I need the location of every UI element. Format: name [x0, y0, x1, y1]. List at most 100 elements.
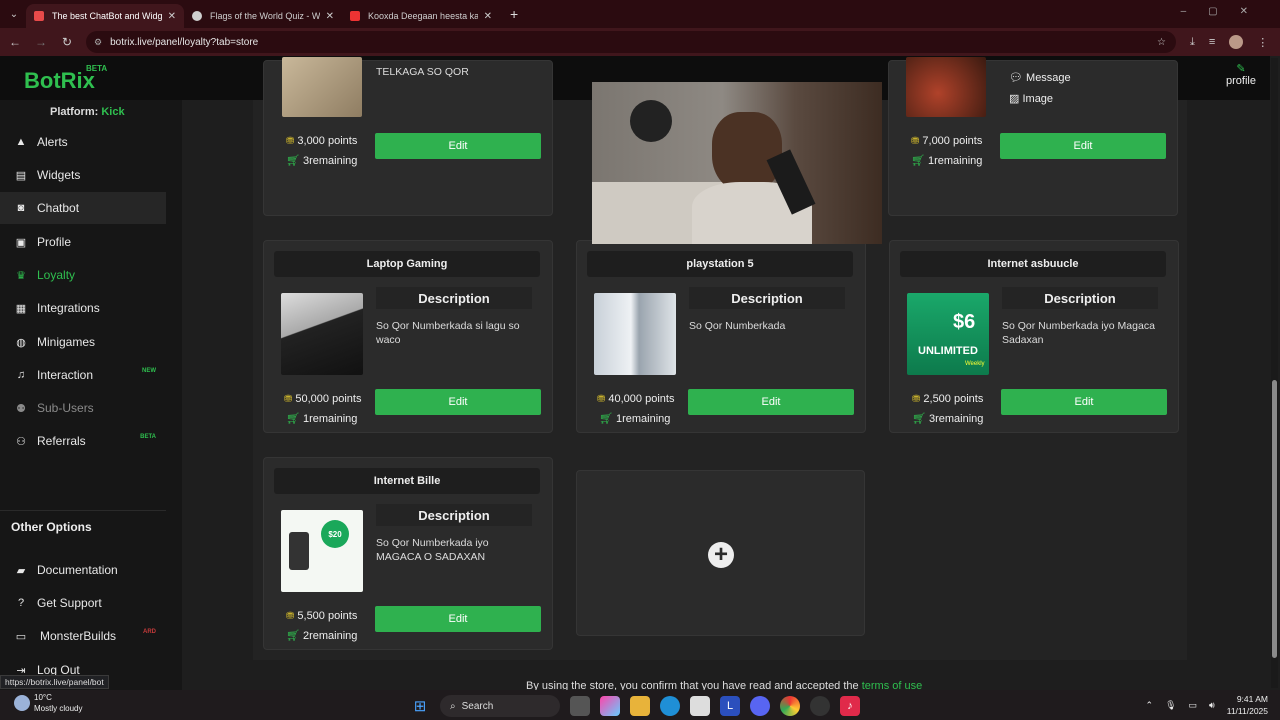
- store-icon[interactable]: [690, 696, 710, 716]
- system-tray: ⌃ 🎙︎ ▭ 🔊︎ 9:41 AM 11/11/2025: [1146, 693, 1268, 717]
- chevron-up-icon[interactable]: ⌃: [1146, 700, 1154, 711]
- windows-start-icon[interactable]: ⊞: [410, 696, 430, 716]
- coins-icon: ⛃: [911, 136, 920, 147]
- close-tab-icon[interactable]: ✕: [484, 11, 492, 22]
- clock[interactable]: 9:41 AM 11/11/2025: [1227, 693, 1268, 717]
- sidebar-item-get-support[interactable]: ? Get Support: [0, 587, 166, 619]
- sidebar-item-label: Loyalty: [37, 268, 76, 282]
- task-view-icon[interactable]: [570, 696, 590, 716]
- reload-icon[interactable]: ↻: [56, 35, 78, 49]
- weekly-text: Weekly: [965, 361, 985, 367]
- sidebar-item-label: MonsterBuilds: [40, 629, 117, 643]
- reward-title: Laptop Gaming: [274, 251, 540, 277]
- sidebar-item-documentation[interactable]: ▰ Documentation: [0, 554, 166, 586]
- add-reward-card[interactable]: +: [576, 470, 865, 636]
- coins-icon: ⛃: [286, 611, 295, 622]
- message-icon: 💬︎: [1009, 72, 1023, 84]
- new-tab-button[interactable]: +: [510, 6, 518, 22]
- scrollbar-thumb[interactable]: [1272, 380, 1277, 658]
- tab-youtube[interactable]: Kooxda Deegaan heesta kacda ✕: [342, 4, 500, 28]
- sidebar-item-alerts[interactable]: ▲ Alerts: [0, 126, 166, 158]
- discord-icon[interactable]: [750, 696, 770, 716]
- cart-icon: 🛒︎: [286, 155, 300, 167]
- sidebar-item-sub-users[interactable]: ⚉ Sub-Users: [0, 392, 166, 424]
- plus-circle-icon[interactable]: +: [708, 542, 734, 568]
- chrome-icon[interactable]: [780, 696, 800, 716]
- reward-description: So Qor Numberkada: [689, 320, 786, 332]
- browser-menu-icon[interactable]: ⋮: [1257, 36, 1268, 49]
- volume-icon[interactable]: 🔊︎: [1209, 700, 1215, 711]
- url-bar[interactable]: ⚙ botrix.live/panel/loyalty?tab=store ☆: [86, 31, 1176, 53]
- platform-value: Kick: [101, 106, 125, 118]
- bookmark-star-icon[interactable]: ☆: [1157, 37, 1166, 48]
- app-l-icon[interactable]: L: [720, 696, 740, 716]
- tab-list-chevron-icon[interactable]: ⌄: [2, 2, 26, 26]
- banknote-image: [282, 57, 362, 117]
- sidebar-item-loyalty[interactable]: ♛ Loyalty: [0, 259, 166, 291]
- botrix-logo[interactable]: BotRix BETA: [24, 64, 107, 94]
- edit-button[interactable]: Edit: [1000, 133, 1166, 159]
- edit-button[interactable]: Edit: [375, 389, 541, 415]
- taskbar-search[interactable]: ⌕ Search: [440, 695, 560, 717]
- music-icon: ♫: [16, 369, 26, 381]
- browser-profile-avatar[interactable]: [1229, 35, 1244, 49]
- cloud-weather-icon: [14, 695, 30, 711]
- reward-remaining: 3remaining: [928, 413, 984, 425]
- reward-remaining: 3remaining: [302, 155, 358, 167]
- window-controls[interactable]: –▢✕: [1181, 6, 1270, 17]
- profile-label: profile: [1226, 75, 1256, 87]
- back-arrow-icon[interactable]: ←: [4, 35, 26, 49]
- price-text: $6: [953, 311, 976, 333]
- tab-botrix[interactable]: The best ChatBot and Widgets ✕: [26, 4, 184, 28]
- site-info-icon[interactable]: ⚙: [94, 37, 102, 48]
- media-icon[interactable]: ≡: [1209, 36, 1215, 48]
- sidebar-item-label: Chatbot: [37, 201, 80, 215]
- edit-button[interactable]: Edit: [375, 606, 541, 632]
- platform-indicator: Platform: Kick: [50, 106, 125, 118]
- forward-arrow-icon[interactable]: →: [30, 35, 52, 49]
- tab-flags-quiz[interactable]: Flags of the World Quiz - World ✕: [184, 4, 342, 28]
- edit-button[interactable]: Edit: [375, 133, 541, 159]
- file-explorer-icon[interactable]: [630, 696, 650, 716]
- reward-title: Internet Bille: [274, 468, 540, 494]
- microphone-icon[interactable]: 🎙︎: [1165, 700, 1176, 711]
- sidebar-item-label: Profile: [37, 235, 72, 249]
- tiktok-icon[interactable]: ♪: [840, 696, 860, 716]
- edit-button[interactable]: Edit: [1001, 389, 1167, 415]
- price-badge: $20: [321, 520, 349, 548]
- trophy-icon: ♛: [16, 269, 26, 282]
- sidebar-item-widgets[interactable]: ▤ Widgets: [0, 159, 166, 191]
- ad-badge: ARD: [143, 629, 156, 635]
- app-icon[interactable]: [810, 696, 830, 716]
- download-icon[interactable]: ⤓: [1190, 36, 1195, 49]
- close-tab-icon[interactable]: ✕: [326, 11, 334, 22]
- sidebar-item-monsterbuilds[interactable]: ▭ MonsterBuilds ARD: [0, 620, 166, 652]
- unlimited-text: UNLIMITED: [918, 345, 978, 357]
- coins-icon: ⛃: [284, 394, 293, 405]
- tab-title: Flags of the World Quiz - World: [210, 11, 320, 21]
- sidebar-item-chatbot[interactable]: ◙ Chatbot: [0, 192, 166, 224]
- internet-monthly-image: $20: [281, 510, 363, 592]
- copilot-icon[interactable]: [600, 696, 620, 716]
- sidebar-item-interaction[interactable]: ♫ Interaction NEW: [0, 359, 166, 391]
- sidebar-item-referrals[interactable]: ⚇ Referrals BETA: [0, 425, 166, 457]
- edit-button[interactable]: Edit: [688, 389, 854, 415]
- description-heading: Description: [689, 287, 845, 309]
- reward-description: So Qor Numberkada si lagu so waco: [376, 320, 520, 346]
- help-icon: ?: [17, 597, 25, 609]
- sidebar-item-profile[interactable]: ▣ Profile: [0, 226, 166, 258]
- monitor-icon[interactable]: ▭: [1189, 700, 1198, 711]
- tab-title: The best ChatBot and Widgets: [52, 11, 162, 21]
- food-image: [906, 57, 986, 117]
- option-message: Message: [1026, 72, 1071, 84]
- sidebar-item-label: Minigames: [37, 335, 96, 349]
- profile-link[interactable]: ✎ profile: [1226, 62, 1256, 87]
- profile-card-icon: ▣: [15, 236, 27, 249]
- close-tab-icon[interactable]: ✕: [168, 11, 176, 22]
- book-icon: ▰: [16, 564, 26, 577]
- sidebar-item-minigames[interactable]: ◍ Minigames: [0, 326, 166, 358]
- sidebar-item-integrations[interactable]: ▦ Integrations: [0, 292, 166, 324]
- edge-icon[interactable]: [660, 696, 680, 716]
- botrix-favicon-icon: [34, 11, 44, 21]
- weather-widget[interactable]: 10°C Mostly cloudy: [14, 692, 82, 714]
